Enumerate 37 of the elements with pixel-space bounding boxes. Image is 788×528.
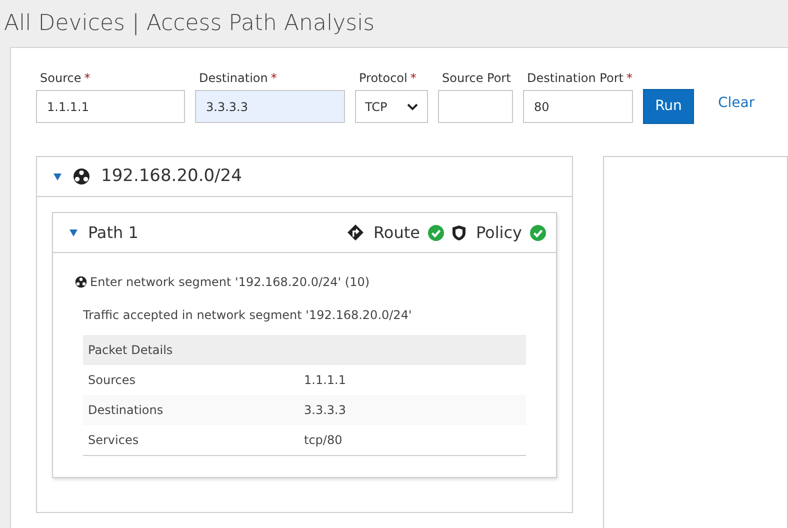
input-field[interactable]: 80 (523, 90, 633, 123)
required-mark: * (270, 70, 277, 87)
table-cell-text: Services (87, 432, 140, 449)
page-title: All Devices | Access Path Analysis (4, 10, 375, 38)
expand-toggle-icon[interactable] (69, 228, 78, 236)
field-label: Protocol (359, 70, 408, 87)
field-label: Destination (199, 70, 268, 87)
run-button[interactable]: Run (643, 89, 694, 124)
protocol-select[interactable]: TCP (355, 90, 428, 123)
route-sign-icon (346, 224, 364, 241)
input-field[interactable]: 3.3.3.3 (195, 90, 345, 123)
segment-title: 192.168.20.0/24 (101, 164, 242, 188)
required-mark: * (626, 70, 632, 87)
chevron-down-icon (407, 102, 418, 110)
table-cell-text: 1.1.1.1 (304, 372, 346, 389)
table-cell-text: Destinations (87, 402, 164, 419)
check-label: Route (374, 222, 420, 244)
input-field[interactable] (438, 90, 513, 123)
path-title: Path 1 (88, 222, 138, 244)
table-cell-text: Sources (87, 372, 136, 389)
shield-icon (452, 224, 466, 240)
network-segment-icon (75, 276, 87, 288)
field-label: Source Port (442, 70, 511, 87)
table-heading: Packet Details (83, 335, 526, 365)
expand-toggle-icon[interactable] (53, 172, 62, 180)
table-cell-text: 3.3.3.3 (304, 402, 346, 419)
field-label: Destination Port (527, 70, 624, 87)
required-mark: * (410, 70, 416, 87)
required-mark: * (84, 70, 90, 87)
step-text: Enter network segment '192.168.20.0/24' (10) (90, 274, 370, 291)
field-label: Source (40, 70, 82, 87)
message-text: Traffic accepted in network segment '192.168.20.0/24' (83, 307, 413, 324)
network-segment-icon (73, 168, 90, 185)
input-field[interactable]: 1.1.1.1 (36, 90, 185, 123)
table-cell-text: tcp/80 (304, 432, 342, 449)
check-label: Policy (476, 222, 522, 244)
clear-link[interactable]: Clear (718, 93, 755, 114)
